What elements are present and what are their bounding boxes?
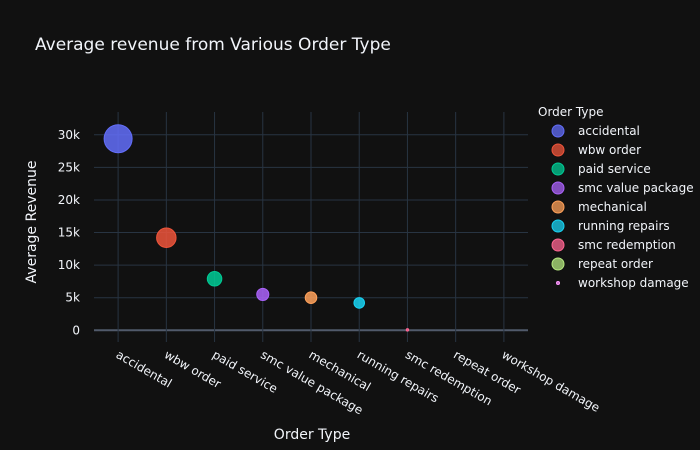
legend-marker [551, 181, 565, 195]
data-point [156, 227, 177, 248]
data-point [304, 291, 318, 304]
data-point [103, 124, 133, 154]
legend-marker [551, 238, 565, 252]
y-axis-title: Average Revenue [24, 161, 40, 284]
y-tick-label: 25k [58, 160, 80, 174]
legend-marker [551, 162, 565, 176]
legend-label: workshop damage [578, 276, 689, 290]
data-point [206, 271, 223, 287]
y-tick-label: 15k [58, 226, 80, 240]
scatter-chart: Average revenue from Various Order Type … [0, 0, 700, 450]
legend-label: smc redemption [578, 238, 676, 252]
legend-label: running repairs [578, 219, 670, 233]
legend-marker [551, 219, 565, 233]
legend-title: Order Type [538, 105, 603, 119]
legend-marker [551, 124, 565, 138]
legend-label: smc value package [578, 181, 694, 195]
y-tick-label: 10k [58, 258, 80, 272]
legend-label: mechanical [578, 200, 647, 214]
data-point [353, 297, 366, 309]
x-axis-title: Order Type [274, 427, 350, 443]
data-point [405, 328, 410, 332]
legend-marker [551, 257, 565, 271]
legend-label: repeat order [578, 257, 653, 271]
legend-marker [551, 143, 565, 157]
y-tick-label: 30k [58, 128, 80, 142]
y-tick-label: 0 [72, 323, 80, 337]
legend-label: wbw order [578, 143, 641, 157]
legend-marker [556, 281, 560, 285]
legend-label: accidental [578, 124, 640, 138]
data-point [256, 287, 270, 301]
y-tick-label: 5k [65, 291, 80, 305]
y-tick-label: 20k [58, 193, 80, 207]
chart-title: Average revenue from Various Order Type [35, 35, 391, 55]
legend-marker [551, 200, 565, 214]
legend-label: paid service [578, 162, 651, 176]
